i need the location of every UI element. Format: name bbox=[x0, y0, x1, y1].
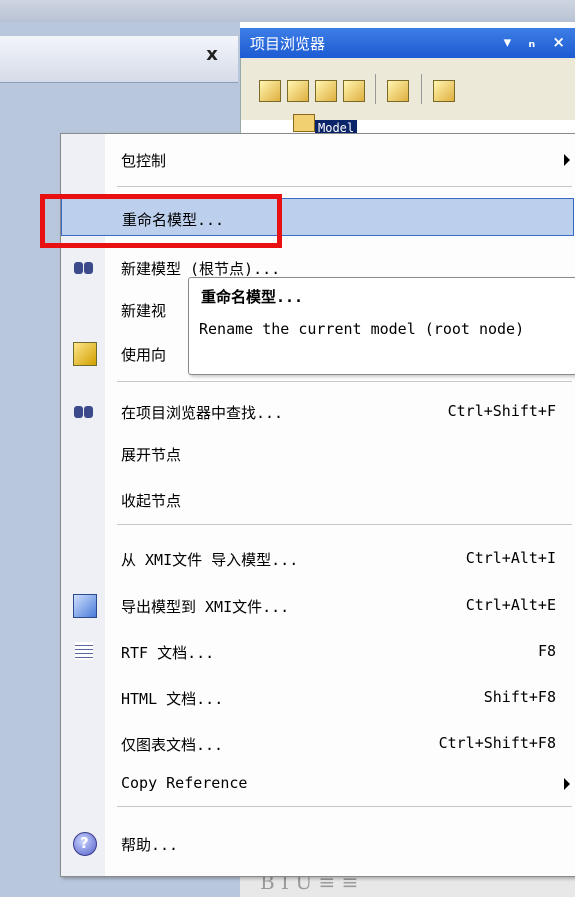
new-diagram-icon[interactable] bbox=[315, 80, 337, 102]
menu-separator bbox=[117, 806, 572, 807]
menu-item-shortcut: F8 bbox=[537, 642, 556, 660]
left-pane-close-button[interactable]: x bbox=[202, 44, 222, 68]
menu-item-label: 使用向 bbox=[121, 346, 167, 364]
menu-item-shortcut: Ctrl+Shift+F bbox=[447, 402, 556, 420]
new-package-icon[interactable] bbox=[287, 80, 309, 102]
project-browser-window-buttons: ▾ ₙ × bbox=[504, 33, 571, 51]
menu-item-label: HTML 文档... bbox=[121, 690, 224, 708]
menu-item-label: 帮助... bbox=[121, 836, 179, 854]
top-window-strip bbox=[0, 0, 575, 22]
menu-item-label: 从 XMI文件 导入模型... bbox=[121, 551, 299, 569]
menu-item-shortcut: Shift+F8 bbox=[483, 688, 556, 706]
wizard-icon bbox=[73, 342, 97, 366]
menu-item-label: 导出模型到 XMI文件... bbox=[121, 598, 290, 616]
menu-item-label: RTF 文档... bbox=[121, 644, 215, 662]
new-element-icon[interactable] bbox=[343, 80, 365, 102]
menu-item-label: 仅图表文档... bbox=[121, 736, 224, 754]
menu-item-html-document[interactable]: HTML 文档... Shift+F8 bbox=[61, 682, 574, 712]
menu-item-help[interactable]: 帮助... bbox=[61, 828, 574, 858]
document-icon[interactable] bbox=[433, 80, 455, 102]
menu-separator bbox=[117, 524, 572, 525]
menu-item-find-in-browser[interactable]: 在项目浏览器中查找... Ctrl+Shift+F bbox=[61, 396, 574, 426]
menu-item-collapse-node[interactable]: 收起节点 bbox=[61, 484, 574, 514]
dropdown-icon[interactable]: ▾ bbox=[504, 33, 518, 51]
rtf-document-icon bbox=[73, 640, 95, 662]
toolbar-separator bbox=[375, 74, 376, 104]
binoculars-icon[interactable] bbox=[387, 80, 409, 102]
menu-separator bbox=[117, 186, 572, 187]
menu-item-shortcut: Ctrl+Shift+F8 bbox=[438, 734, 556, 752]
xmi-export-icon bbox=[73, 594, 97, 618]
submenu-arrow-icon bbox=[564, 778, 570, 790]
menu-item-copy-reference[interactable]: Copy Reference bbox=[61, 768, 574, 798]
menu-item-export-xmi[interactable]: 导出模型到 XMI文件... Ctrl+Alt+E bbox=[61, 590, 574, 620]
menu-item-label: 新建模型 (根节点)... bbox=[121, 260, 281, 278]
help-icon bbox=[73, 832, 97, 856]
menu-item-expand-node[interactable]: 展开节点 bbox=[61, 438, 574, 468]
project-browser-titlebar: 项目浏览器 ▾ ₙ × bbox=[240, 28, 575, 58]
menu-item-label: 在项目浏览器中查找... bbox=[121, 404, 284, 422]
menu-item-import-xmi[interactable]: 从 XMI文件 导入模型... Ctrl+Alt+I bbox=[61, 543, 574, 573]
close-icon[interactable]: × bbox=[552, 33, 571, 51]
pin-icon[interactable]: ₙ bbox=[528, 33, 541, 51]
toolbar-separator bbox=[421, 74, 422, 104]
menu-item-package-control[interactable]: 包控制 bbox=[61, 144, 574, 174]
menu-item-label: 包控制 bbox=[121, 152, 167, 170]
new-model-icon bbox=[73, 256, 95, 278]
project-browser-toolbar bbox=[240, 58, 575, 120]
menu-item-diagram-only-document[interactable]: 仅图表文档... Ctrl+Shift+F8 bbox=[61, 728, 574, 758]
tooltip-description: Rename the current model (root node) bbox=[199, 320, 525, 338]
submenu-arrow-icon bbox=[564, 154, 570, 166]
folder-icon bbox=[293, 114, 315, 132]
menu-item-label: 展开节点 bbox=[121, 446, 182, 464]
menu-item-label: Copy Reference bbox=[121, 774, 248, 792]
menu-separator bbox=[117, 381, 572, 382]
annotation-highlight-box bbox=[40, 194, 282, 248]
new-model-icon[interactable] bbox=[259, 80, 281, 102]
menu-item-label: 新建视 bbox=[121, 302, 167, 320]
project-browser-title: 项目浏览器 bbox=[250, 35, 326, 53]
menu-item-rtf-document[interactable]: RTF 文档... F8 bbox=[61, 636, 574, 666]
menu-item-shortcut: Ctrl+Alt+I bbox=[465, 549, 556, 567]
menu-item-shortcut: Ctrl+Alt+E bbox=[465, 596, 556, 614]
tooltip-title: 重命名模型... bbox=[201, 288, 304, 306]
tooltip: 重命名模型... Rename the current model (root … bbox=[188, 277, 575, 375]
menu-item-label: 收起节点 bbox=[121, 492, 182, 510]
binoculars-icon bbox=[73, 400, 95, 422]
